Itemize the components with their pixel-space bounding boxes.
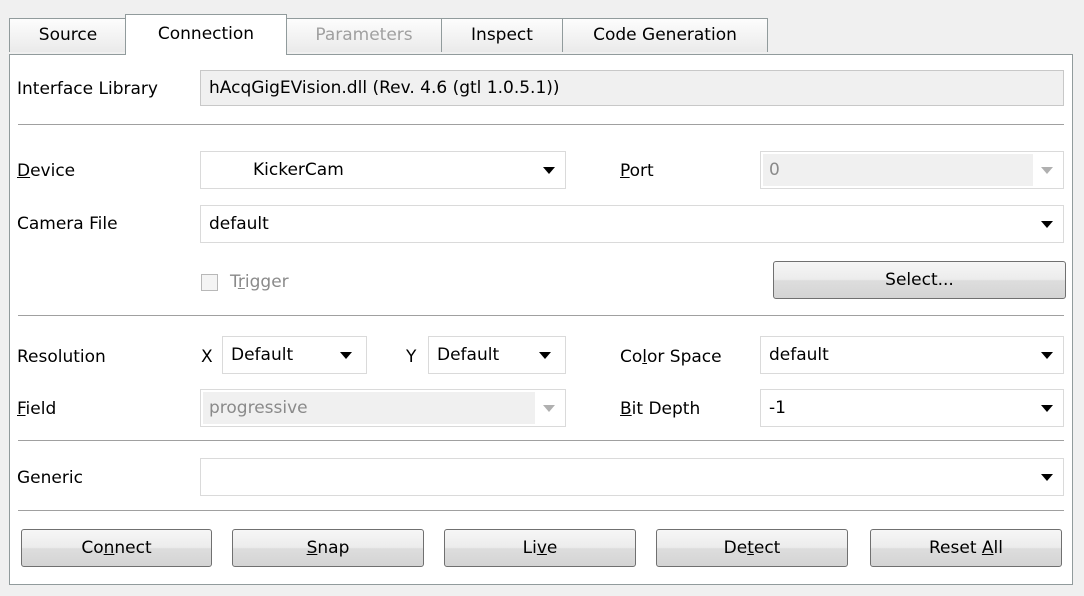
trigger-label-pre: T [230, 272, 238, 292]
resolution-x-label: X [201, 347, 213, 367]
separator [18, 440, 1064, 442]
port-disabled-fill [763, 154, 1033, 186]
bit-depth-label: Bit Depth [620, 398, 700, 420]
select-button[interactable]: Select... [773, 261, 1066, 299]
generic-dropdown[interactable] [200, 458, 1064, 496]
reset-all-label-mnemonic: A [981, 538, 994, 558]
resolution-x-value: Default [231, 345, 294, 365]
tab-parameters-label: Parameters [315, 25, 413, 45]
snap-label-mnemonic: S [306, 538, 318, 558]
connect-label-rest: nect [114, 538, 152, 558]
bit-depth-label-mnemonic: B [620, 399, 632, 419]
chevron-down-icon [1041, 352, 1053, 359]
color-space-value: default [769, 345, 829, 365]
reset-all-button[interactable]: Reset All [870, 529, 1062, 567]
interface-library-value: hAcqGigEVision.dll (Rev. 4.6 (gtl 1.0.5.… [209, 78, 560, 98]
detect-label-pre: De [723, 538, 748, 558]
bit-depth-value: -1 [769, 398, 786, 418]
field-dropdown[interactable]: progressive [200, 389, 566, 427]
chevron-down-icon [543, 167, 555, 174]
resolution-y-value: Default [437, 345, 500, 365]
trigger-label: Trigger [230, 271, 289, 293]
color-space-label-rest: or Space [647, 347, 722, 367]
chevron-down-icon [543, 405, 555, 412]
tab-source[interactable]: Source [9, 18, 127, 52]
chevron-down-icon [539, 352, 551, 359]
color-space-label-pre: Co [620, 347, 643, 367]
snap-label-rest: nap [317, 538, 350, 558]
chevron-down-icon [1041, 221, 1053, 228]
field-value: progressive [209, 398, 308, 418]
detect-label-rest: ect [753, 538, 781, 558]
reset-all-label-pre: Reset [929, 538, 982, 558]
chevron-down-icon [1041, 167, 1053, 174]
trigger-checkbox[interactable] [201, 274, 218, 291]
color-space-label: Color Space [620, 346, 722, 368]
trigger-label-mnemonic: r [237, 272, 245, 292]
field-label-rest: ield [25, 399, 57, 419]
tab-code-generation-label: Code Generation [593, 25, 737, 45]
bit-depth-label-rest: it Depth [631, 399, 701, 419]
interface-library-label: Interface Library [17, 79, 158, 99]
device-label-rest: evice [30, 161, 76, 181]
live-label-rest: e [546, 538, 558, 558]
connect-button[interactable]: Connect [21, 529, 212, 567]
camera-file-value: default [209, 214, 269, 234]
port-label-rest: ort [629, 161, 654, 181]
connect-label-pre: Co [81, 538, 104, 558]
reset-all-label-rest: ll [993, 538, 1003, 558]
live-button[interactable]: Live [444, 529, 636, 567]
trigger-label-rest: igger [244, 272, 289, 292]
resolution-y-dropdown[interactable]: Default [428, 336, 566, 374]
tab-source-label: Source [38, 25, 98, 45]
device-label: Device [17, 160, 75, 182]
resolution-label: Resolution [17, 347, 106, 367]
snap-button[interactable]: Snap [232, 529, 424, 567]
live-label-pre: Li [522, 538, 537, 558]
tab-parameters[interactable]: Parameters [286, 18, 442, 52]
resolution-y-label: Y [406, 347, 417, 367]
generic-label: Generic [17, 468, 83, 488]
separator [18, 510, 1064, 512]
device-dropdown[interactable]: KickerCam [200, 151, 566, 189]
live-label-mnemonic: v [536, 538, 547, 558]
resolution-x-dropdown[interactable]: Default [222, 336, 367, 374]
port-label: Port [620, 160, 654, 182]
tab-connection-label: Connection [157, 24, 255, 44]
separator [18, 315, 1064, 317]
device-label-mnemonic: D [17, 161, 31, 181]
chevron-down-icon [1041, 474, 1053, 481]
field-label: Field [17, 398, 56, 420]
interface-library-field: hAcqGigEVision.dll (Rev. 4.6 (gtl 1.0.5.… [200, 70, 1064, 106]
camera-file-dropdown[interactable]: default [200, 205, 1064, 243]
connection-panel: Interface Library hAcqGigEVision.dll (Re… [9, 54, 1073, 585]
tab-inspect[interactable]: Inspect [441, 18, 563, 52]
device-value: KickerCam [253, 160, 344, 180]
tab-code-generation[interactable]: Code Generation [562, 18, 768, 52]
detect-label-mnemonic: t [747, 538, 754, 558]
connect-label-mnemonic: n [103, 538, 115, 558]
separator [18, 124, 1064, 126]
detect-button[interactable]: Detect [656, 529, 848, 567]
select-button-label: Select... [885, 270, 954, 290]
camera-file-label: Camera File [17, 214, 118, 234]
port-dropdown[interactable]: 0 [760, 151, 1064, 189]
tab-connection[interactable]: Connection [125, 14, 287, 55]
field-label-mnemonic: F [17, 399, 26, 419]
chevron-down-icon [340, 352, 352, 359]
chevron-down-icon [1041, 405, 1053, 412]
port-value: 0 [769, 160, 780, 180]
tab-inspect-label: Inspect [471, 25, 533, 45]
bit-depth-dropdown[interactable]: -1 [760, 389, 1064, 427]
color-space-dropdown[interactable]: default [760, 336, 1064, 374]
port-label-mnemonic: P [620, 161, 630, 181]
